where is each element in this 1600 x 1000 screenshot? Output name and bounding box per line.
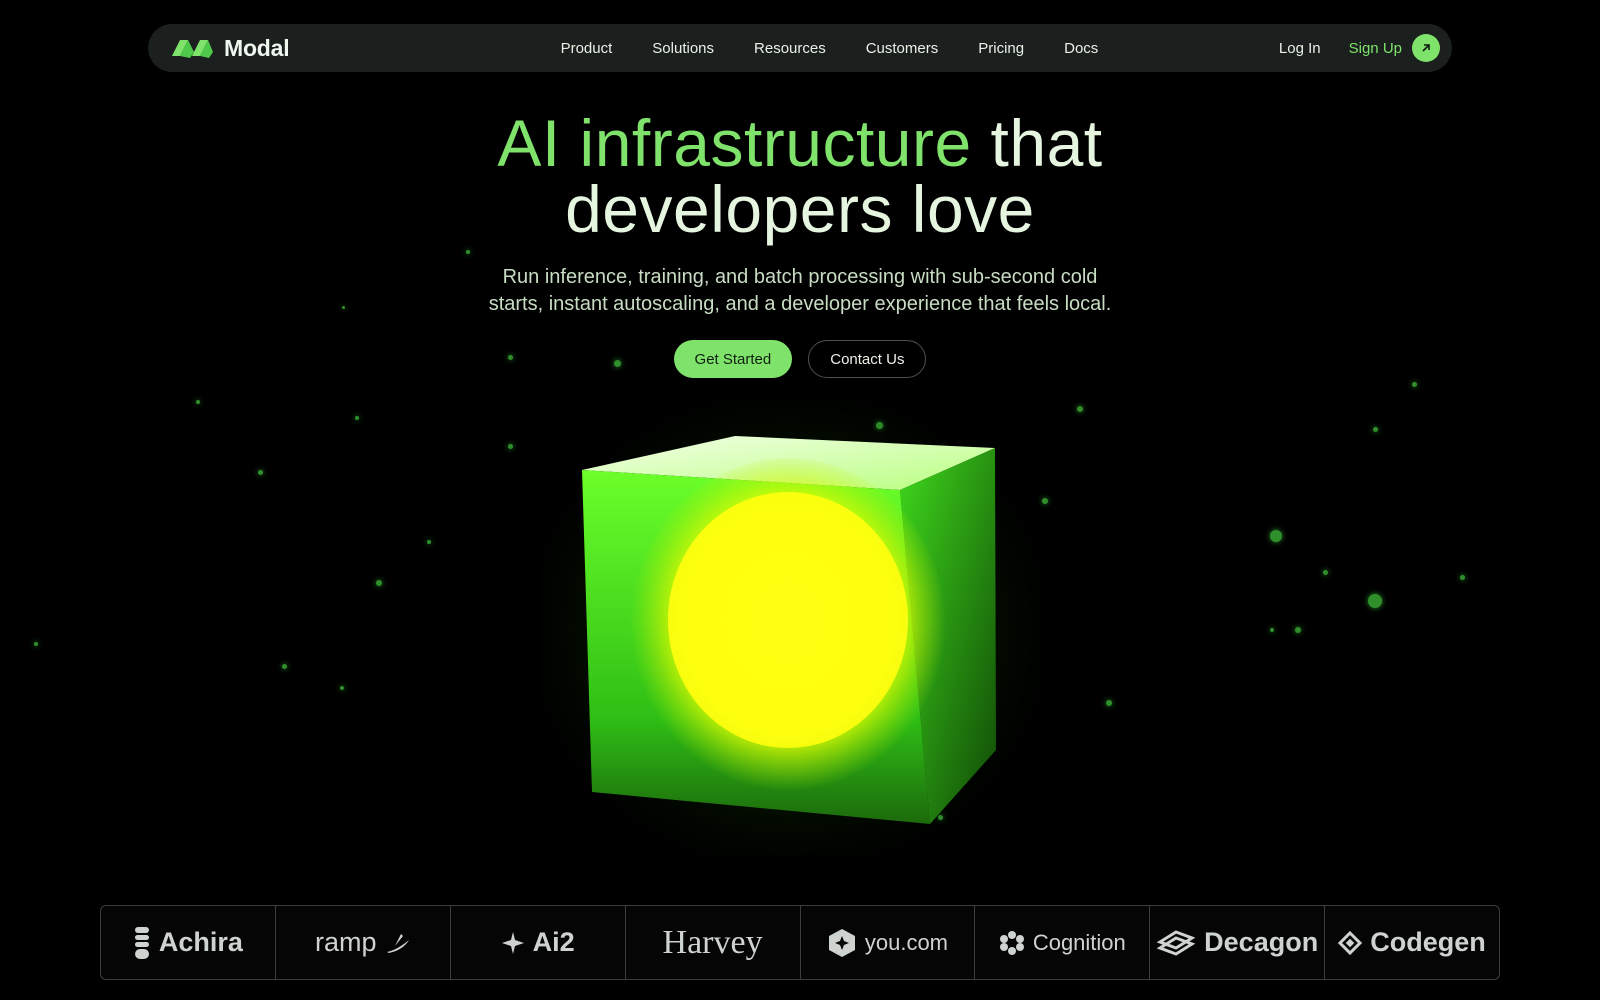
contact-us-button[interactable]: Contact Us — [808, 340, 927, 378]
ramp-icon — [385, 932, 411, 954]
youcom-label: you.com — [864, 929, 949, 955]
login-link[interactable]: Log In — [1279, 40, 1321, 57]
hero-subhead: Run inference, training, and batch proce… — [0, 264, 1600, 318]
achira-icon — [133, 926, 151, 960]
cognition-label: Cognition — [1032, 929, 1126, 955]
nav-product[interactable]: Product — [561, 40, 613, 57]
nav-docs[interactable]: Docs — [1064, 40, 1098, 57]
harvey-label: Harvey — [662, 923, 763, 961]
nav-customers[interactable]: Customers — [866, 40, 939, 57]
achira-label: Achira — [158, 927, 243, 957]
logo-ai2[interactable]: Ai2 — [451, 906, 626, 979]
nav-resources[interactable]: Resources — [754, 40, 826, 57]
ai2-label: Ai2 — [532, 927, 575, 957]
ai2-icon — [501, 931, 525, 955]
headline-line2: developers love — [565, 172, 1035, 246]
logo-harvey[interactable]: Harvey — [626, 906, 801, 979]
hero-section: AI infrastructure that developers love R… — [0, 110, 1600, 378]
headline-accent: AI infrastructure — [497, 106, 972, 180]
codegen-icon — [1338, 930, 1363, 955]
logo-achira[interactable]: Achira — [101, 906, 276, 979]
headline-rest: that — [990, 106, 1103, 180]
decagon-icon — [1156, 928, 1196, 958]
nav-links: Product Solutions Resources Customers Pr… — [380, 40, 1279, 57]
signup-button[interactable]: Sign Up — [1349, 34, 1440, 62]
subhead-line2: starts, instant autoscaling, and a devel… — [488, 293, 1112, 315]
customer-logo-strip: Achira ramp Ai2 Harvey you.com Cognition… — [100, 905, 1500, 980]
hero-headline: AI infrastructure that developers love — [0, 110, 1600, 242]
logo-youcom[interactable]: you.com — [801, 906, 976, 979]
subhead-line1: Run inference, training, and batch proce… — [502, 266, 1098, 288]
arrow-up-right-icon — [1412, 34, 1440, 62]
signup-label: Sign Up — [1348, 39, 1402, 57]
modal-logo-icon — [172, 40, 213, 58]
youcom-icon — [827, 928, 857, 958]
top-navbar: Modal Product Solutions Resources Custom… — [148, 24, 1452, 72]
nav-solutions[interactable]: Solutions — [652, 40, 714, 57]
logo-codegen[interactable]: Codegen — [1325, 906, 1499, 979]
cta-row: Get Started Contact Us — [0, 340, 1600, 378]
decagon-label: Decagon — [1204, 927, 1319, 957]
logo-decagon[interactable]: Decagon — [1150, 906, 1326, 979]
ramp-label: ramp — [315, 927, 377, 957]
brand-name: Modal — [224, 34, 290, 61]
cognition-icon — [999, 930, 1025, 956]
nav-pricing[interactable]: Pricing — [978, 40, 1024, 57]
logo-ramp[interactable]: ramp — [276, 906, 451, 979]
nav-actions: Log In Sign Up — [1279, 34, 1440, 62]
codegen-label: Codegen — [1370, 927, 1486, 957]
get-started-button[interactable]: Get Started — [673, 340, 793, 378]
logo-cognition[interactable]: Cognition — [975, 906, 1151, 979]
glowing-cube-illustration — [530, 390, 1050, 870]
